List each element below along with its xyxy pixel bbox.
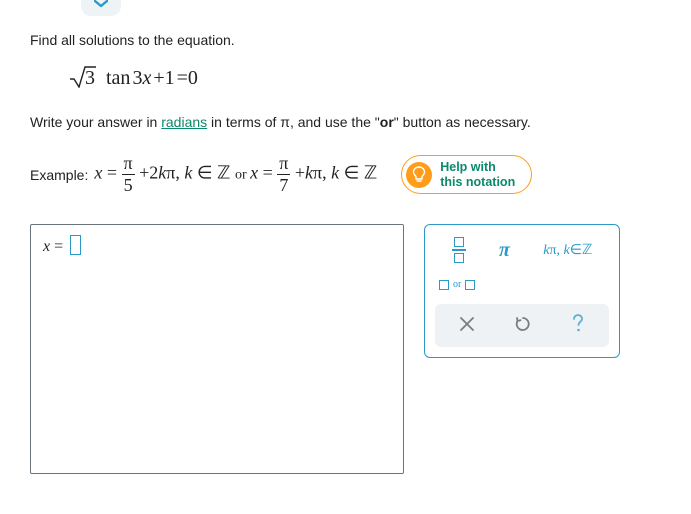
help-text: Help with this notation: [440, 160, 515, 189]
answer-input-area[interactable]: x =: [30, 224, 404, 474]
placeholder-box-icon: [439, 280, 449, 290]
example-expression: x = π5 +2kπ, k ∈ ℤ or x = π7 +kπ, k ∈ ℤ: [94, 153, 377, 196]
example-label: Example:: [30, 167, 88, 183]
instruction-post: " button as necessary.: [394, 114, 531, 130]
or-label: or: [453, 279, 461, 290]
expand-toggle[interactable]: [81, 0, 121, 16]
radians-link[interactable]: radians: [161, 114, 207, 130]
fraction-button[interactable]: [452, 237, 466, 263]
k-pi-integer-button[interactable]: kπ, k∈ℤ: [543, 242, 592, 259]
undo-button[interactable]: [514, 315, 532, 336]
instruction-or: or: [380, 114, 394, 130]
lightbulb-icon: [406, 162, 432, 188]
answer-prefix: x =: [43, 238, 63, 255]
palette-actions: [435, 304, 609, 347]
help-button[interactable]: [571, 314, 585, 337]
chevron-down-icon: [94, 0, 108, 8]
instruction-mid: in terms of π, and use the ": [207, 114, 380, 130]
symbol-palette: π kπ, k∈ℤ or: [424, 224, 620, 358]
placeholder-box-icon: [465, 280, 475, 290]
problem-prompt: Find all solutions to the equation.: [30, 32, 661, 48]
or-button[interactable]: or: [435, 279, 609, 290]
instruction-line: Write your answer in radians in terms of…: [30, 112, 661, 133]
answer-cursor-box[interactable]: [70, 235, 81, 255]
instruction-pre: Write your answer in: [30, 114, 161, 130]
pi-button[interactable]: π: [499, 239, 510, 262]
equation-display: 3 tan3x+1=0: [70, 66, 661, 90]
help-notation-button[interactable]: Help with this notation: [401, 155, 532, 194]
clear-button[interactable]: [459, 316, 475, 335]
